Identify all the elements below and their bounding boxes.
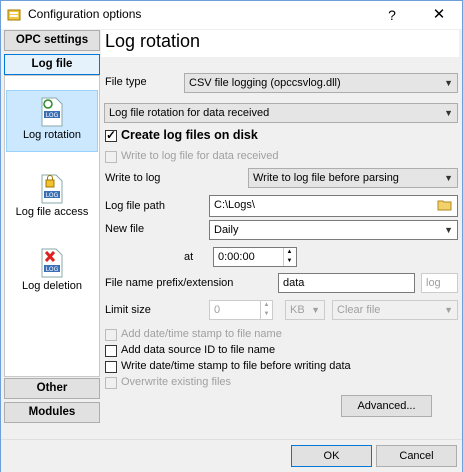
new-file-label: New file — [105, 223, 145, 235]
log-badge-text: LOG — [46, 266, 59, 273]
spin-up-icon[interactable]: ▲ — [284, 248, 295, 257]
cancel-button[interactable]: Cancel — [376, 445, 457, 467]
rotation-time-spinner[interactable]: ▲ ▼ — [283, 248, 295, 266]
chevron-down-icon: ▼ — [444, 173, 453, 183]
rotation-mode-select[interactable]: Log file rotation for data received ▼ — [104, 103, 458, 123]
at-label: at — [184, 251, 194, 263]
sidebar-item-label: Log file access — [15, 206, 89, 218]
rotation-time-value: 0:00:00 — [218, 251, 255, 263]
dialog-footer: OK Cancel — [1, 439, 462, 472]
rotation-mode-value: Log file rotation for data received — [109, 107, 270, 119]
write-to-log-label: Write to log — [105, 172, 161, 184]
create-log-files-label: Create log files on disk — [121, 128, 258, 142]
write-datetime-stamp-label: Write date/time stamp to file before wri… — [121, 360, 351, 372]
spin-up-icon[interactable]: ▲ — [261, 301, 272, 310]
sidebar-item-label: Log rotation — [22, 129, 82, 141]
log-delete-icon: LOG — [41, 248, 63, 278]
write-for-data-checkbox[interactable] — [105, 151, 117, 163]
sidebar-item-log-deletion[interactable]: LOG Log deletion — [6, 242, 98, 302]
category-log-file[interactable]: Log file — [4, 54, 100, 75]
limit-size-label: Limit size — [105, 304, 151, 316]
add-source-id-label: Add data source ID to file name — [121, 344, 276, 356]
extension-value: log — [426, 277, 441, 289]
prefix-value: data — [283, 277, 305, 289]
chevron-down-icon: ▼ — [311, 305, 320, 315]
write-to-log-select[interactable]: Write to log file before parsing ▼ — [248, 168, 458, 188]
config-window: Configuration options ? ✕ OPC settings L… — [0, 0, 463, 472]
advanced-button[interactable]: Advanced... — [341, 395, 432, 417]
overwrite-existing-checkbox[interactable] — [105, 377, 117, 389]
log-lock-icon: LOG — [41, 174, 63, 204]
new-file-value: Daily — [214, 224, 239, 236]
spin-down-icon[interactable]: ▼ — [261, 310, 272, 319]
extension-input[interactable]: log — [421, 273, 458, 293]
sidebar-item-log-file-access[interactable]: LOG Log file access — [6, 168, 98, 228]
chevron-down-icon: ▼ — [444, 305, 453, 315]
page-title: Log rotation — [105, 31, 201, 51]
window-title: Configuration options — [28, 7, 142, 21]
close-button[interactable]: ✕ — [419, 4, 459, 26]
spin-down-icon[interactable]: ▼ — [284, 257, 295, 266]
add-datetime-stamp-label: Add date/time stamp to file name — [121, 328, 282, 340]
sidebar-item-label: Log deletion — [22, 280, 82, 292]
write-to-log-value: Write to log file before parsing — [253, 172, 399, 184]
ok-button[interactable]: OK — [291, 445, 372, 467]
log-path-value: C:\Logs\ — [214, 199, 255, 211]
new-file-select[interactable]: Daily ▼ — [209, 220, 458, 240]
file-type-value: CSV file logging (opccsvlog.dll) — [189, 77, 341, 89]
sidebar-panel: LOG Log rotation LOG Log file access LOG — [4, 75, 100, 377]
category-opc-settings[interactable]: OPC settings — [4, 30, 100, 51]
help-button[interactable]: ? — [379, 4, 405, 26]
limit-action-select[interactable]: Clear file ▼ — [332, 300, 458, 320]
limit-action-value: Clear file — [337, 304, 381, 316]
limit-unit-value: KB — [290, 304, 305, 316]
file-type-select[interactable]: CSV file logging (opccsvlog.dll) ▼ — [184, 73, 458, 93]
chevron-down-icon: ▼ — [444, 108, 453, 118]
log-badge-text: LOG — [46, 192, 59, 199]
title-bar[interactable]: Configuration options ? ✕ — [1, 1, 462, 29]
chevron-down-icon: ▼ — [444, 225, 453, 235]
log-badge-text: LOG — [46, 112, 59, 119]
file-type-label: File type — [105, 76, 147, 88]
log-rotation-icon: LOG — [41, 97, 63, 127]
prefix-label: File name prefix/extension — [105, 277, 234, 289]
limit-size-spinner[interactable]: ▲ ▼ — [260, 301, 272, 319]
category-modules[interactable]: Modules — [4, 402, 100, 423]
create-log-files-checkbox[interactable] — [105, 128, 117, 142]
write-datetime-stamp-checkbox[interactable] — [105, 361, 117, 373]
sidebar-item-log-rotation[interactable]: LOG Log rotation — [6, 90, 98, 152]
add-source-id-checkbox[interactable] — [105, 345, 117, 357]
overwrite-existing-label: Overwrite existing files — [121, 376, 232, 388]
folder-icon[interactable] — [437, 198, 453, 212]
log-path-label: Log file path — [105, 200, 165, 212]
category-other[interactable]: Other — [4, 378, 100, 399]
app-icon — [7, 9, 21, 21]
add-datetime-stamp-checkbox[interactable] — [105, 329, 117, 341]
limit-unit-select[interactable]: KB ▼ — [285, 300, 325, 320]
chevron-down-icon: ▼ — [444, 78, 453, 88]
limit-size-value: 0 — [214, 304, 221, 316]
log-path-input[interactable]: C:\Logs\ — [209, 195, 458, 217]
prefix-input[interactable]: data — [278, 273, 415, 293]
write-for-data-label: Write to log file for data received — [121, 150, 279, 162]
